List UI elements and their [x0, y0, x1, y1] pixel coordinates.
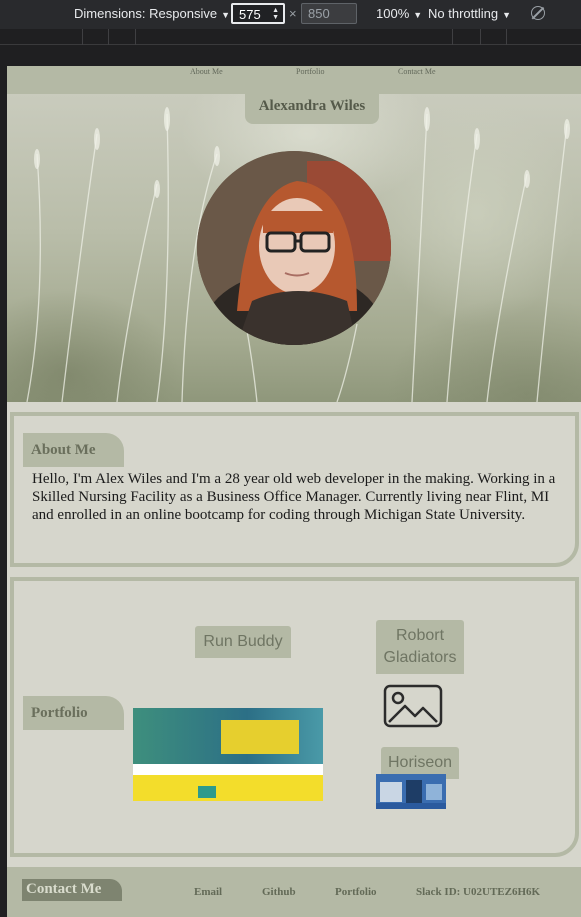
dimensions-dropdown[interactable]: Dimensions: Responsive ▼: [74, 6, 230, 21]
devtools-device-toolbar: Dimensions: Responsive ▼ 575 ▲ ▼ × 850 100…: [0, 0, 581, 29]
project-label-robort-gladiators[interactable]: Robort Gladiators: [376, 620, 464, 674]
about-section: About Me Hello, I'm Alex Wiles and I'm a…: [10, 412, 579, 567]
height-input[interactable]: 850: [301, 3, 357, 24]
dimensions-label: Dimensions: Responsive: [74, 6, 218, 21]
nav-link-contact[interactable]: Contact Me: [398, 67, 436, 76]
contact-link-github[interactable]: Github: [262, 886, 296, 898]
ruler-tick: [480, 29, 481, 45]
site-title: Alexandra Wiles: [245, 94, 379, 124]
portfolio-heading: Portfolio: [23, 696, 124, 730]
zoom-label: 100%: [376, 6, 410, 21]
nav-link-portfolio[interactable]: Portfolio: [296, 67, 324, 76]
broken-image-icon[interactable]: [383, 684, 443, 728]
rotate-disabled-icon[interactable]: [531, 6, 545, 20]
about-text: Hello, I'm Alex Wiles and I'm a 28 year …: [32, 471, 556, 523]
run-buddy-screenshot[interactable]: [133, 708, 323, 801]
throttling-dropdown[interactable]: No throttling ▼: [428, 6, 511, 21]
horiseon-screenshot[interactable]: [376, 774, 446, 809]
hero-banner: Alexandra Wiles: [7, 94, 581, 402]
contact-slack-id[interactable]: Slack ID: U02UTEZ6H6K: [416, 886, 540, 898]
ruler-tick: [135, 29, 136, 45]
contact-link-portfolio[interactable]: Portfolio: [335, 886, 377, 898]
caret-down-icon: ▼: [413, 10, 423, 20]
project-label-run-buddy[interactable]: Run Buddy: [195, 626, 291, 658]
times-icon: ×: [289, 6, 297, 21]
spinner-icon[interactable]: ▲ ▼: [272, 7, 279, 21]
contact-footer: Contact Me Email Github Portfolio Slack …: [7, 867, 581, 917]
profile-photo: [197, 151, 391, 345]
width-input[interactable]: 575 ▲ ▼: [231, 3, 285, 24]
media-query-ruler: [0, 29, 581, 45]
nav-link-about[interactable]: About Me: [190, 67, 223, 76]
contact-heading: Contact Me: [22, 879, 122, 901]
contact-link-email[interactable]: Email: [194, 886, 222, 898]
caret-down-icon: ▼: [502, 10, 512, 20]
ruler-tick: [452, 29, 453, 45]
width-value: 575: [239, 7, 261, 22]
portfolio-section: Portfolio Run Buddy Robort Gladiators Ho…: [10, 577, 579, 857]
zoom-dropdown[interactable]: 100% ▼: [376, 6, 422, 21]
height-value: 850: [308, 6, 330, 21]
throttling-label: No throttling: [428, 6, 499, 21]
ruler-tick: [82, 29, 83, 45]
about-heading: About Me: [23, 433, 124, 467]
ruler-tick: [108, 29, 109, 45]
portfolio-page: About Me Portfolio Contact Me Alexandra …: [7, 66, 581, 917]
top-nav: About Me Portfolio Contact Me: [7, 66, 581, 94]
ruler-tick: [506, 29, 507, 45]
caret-down-icon: ▼: [221, 10, 230, 20]
portrait-image: [197, 151, 391, 345]
